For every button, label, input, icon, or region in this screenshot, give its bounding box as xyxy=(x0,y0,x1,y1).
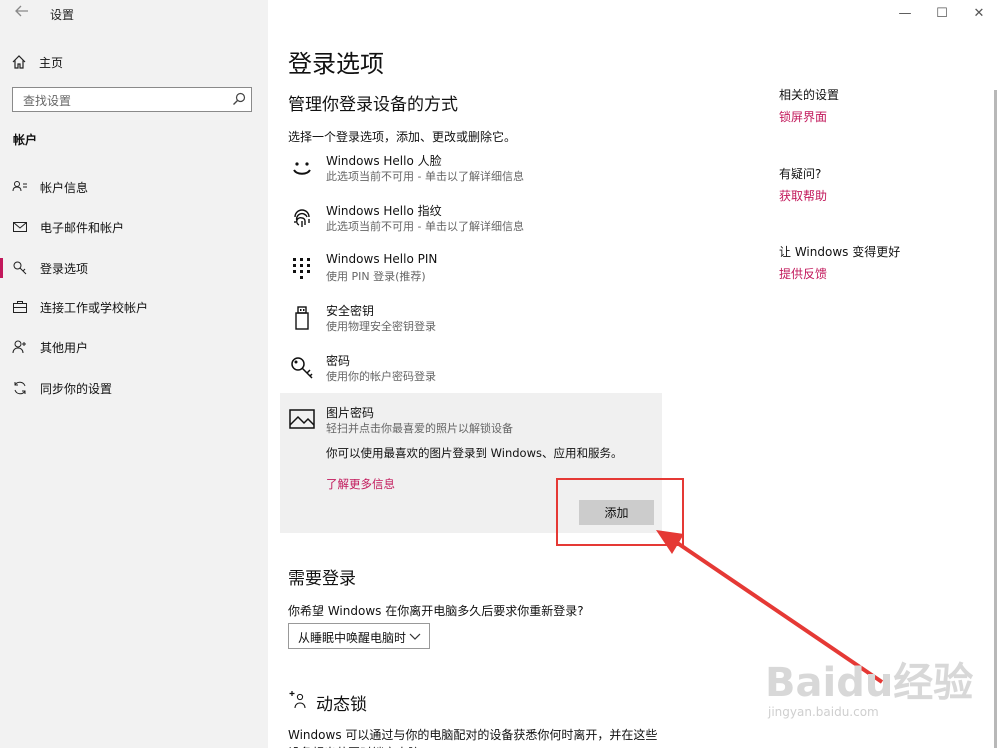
option-desc: 此选项当前不可用 - 单击以了解详细信息 xyxy=(326,220,524,233)
sync-icon xyxy=(12,380,28,396)
sidebar-item-label: 连接工作或学校帐户 xyxy=(40,300,149,315)
sidebar-item-label: 帐户信息 xyxy=(40,180,89,195)
sidebar-item-label: 电子邮件和帐户 xyxy=(40,220,125,235)
dynamic-lock-heading: 动态锁 xyxy=(316,695,367,715)
usb-key-icon xyxy=(288,304,316,332)
home-label: 主页 xyxy=(39,55,64,70)
envelope-icon xyxy=(12,219,28,235)
signin-option-password[interactable]: 密码 使用你的帐户密码登录 xyxy=(280,350,662,396)
search-icon xyxy=(233,92,246,105)
sidebar-item-account-info[interactable]: 帐户信息 xyxy=(0,169,268,205)
improve-heading: 让 Windows 变得更好 xyxy=(779,245,901,259)
search-input[interactable]: 查找设置 xyxy=(12,87,252,112)
sidebar-item-email[interactable]: 电子邮件和帐户 xyxy=(0,209,268,245)
briefcase-icon xyxy=(12,299,28,315)
key-icon xyxy=(12,260,28,276)
require-signin-dropdown[interactable]: 从睡眠中唤醒电脑时 xyxy=(288,623,430,649)
page-title: 登录选项 xyxy=(288,50,384,78)
minimize-button[interactable]: — xyxy=(888,2,922,26)
fingerprint-icon xyxy=(288,204,316,232)
sidebar-item-label: 同步你的设置 xyxy=(40,381,113,396)
signin-option-fingerprint[interactable]: Windows Hello 指纹 此选项当前不可用 - 单击以了解详细信息 xyxy=(280,200,662,246)
page-subtitle: 管理你登录设备的方式 xyxy=(288,95,458,115)
watermark-brand: Baidu经验 xyxy=(765,660,974,706)
require-signin-question: 你希望 Windows 在你离开电脑多久后要求你重新登录? xyxy=(288,604,584,618)
option-desc: 此选项当前不可用 - 单击以了解详细信息 xyxy=(326,170,524,183)
dynamic-lock-text: Windows 可以通过与你的电脑配对的设备获悉你何时离开，并在这些设备超出范围… xyxy=(288,728,658,748)
key-icon xyxy=(288,354,316,382)
search-placeholder: 查找设置 xyxy=(23,94,72,108)
lock-screen-link[interactable]: 锁屏界面 xyxy=(779,108,827,125)
sidebar-item-sync[interactable]: 同步你的设置 xyxy=(0,370,268,406)
option-title: 安全密钥 xyxy=(326,304,375,318)
sidebar-item-label: 其他用户 xyxy=(40,340,89,355)
app-title: 设置 xyxy=(50,8,75,22)
sidebar-home[interactable]: 主页 xyxy=(12,52,63,72)
signin-option-pin[interactable]: Windows Hello PIN 使用 PIN 登录(推荐) xyxy=(280,250,662,296)
signin-option-security-key[interactable]: 安全密钥 使用物理安全密钥登录 xyxy=(280,300,662,346)
option-desc: 使用 PIN 登录(推荐) xyxy=(326,270,426,283)
chevron-down-icon xyxy=(409,633,421,640)
sidebar-item-work-school[interactable]: 连接工作或学校帐户 xyxy=(0,289,268,325)
maximize-icon: ☐ xyxy=(936,6,948,21)
face-icon xyxy=(288,154,316,182)
related-settings-heading: 相关的设置 xyxy=(779,88,840,102)
scrollbar[interactable] xyxy=(994,90,997,748)
option-desc: 使用你的帐户密码登录 xyxy=(326,370,436,383)
option-title: 图片密码 xyxy=(326,406,375,420)
active-indicator xyxy=(0,258,3,278)
option-desc: 轻扫并点击你最喜爱的照片以解锁设备 xyxy=(326,422,513,435)
section-title: 帐户 xyxy=(13,133,38,147)
back-button[interactable] xyxy=(10,4,34,24)
arrow-left-icon xyxy=(15,5,28,17)
maximize-button[interactable]: ☐ xyxy=(925,2,959,26)
sidebar-item-other-users[interactable]: 其他用户 xyxy=(0,329,268,365)
person-add-icon xyxy=(12,339,28,355)
option-title: Windows Hello PIN xyxy=(326,252,438,266)
settings-window: 设置 主页 查找设置 帐户 帐户信息 电子邮件和帐户 登录选项 连接工作或学校帐… xyxy=(0,0,1000,748)
sidebar-item-signin-options[interactable]: 登录选项 xyxy=(0,250,268,286)
sidebar-item-label: 登录选项 xyxy=(40,261,89,276)
option-title: Windows Hello 人脸 xyxy=(326,154,442,168)
close-button[interactable]: ✕ xyxy=(962,2,996,26)
learn-more-link[interactable]: 了解更多信息 xyxy=(326,476,395,492)
sidebar: 设置 主页 查找设置 帐户 帐户信息 电子邮件和帐户 登录选项 连接工作或学校帐… xyxy=(0,0,268,748)
option-title: Windows Hello 指纹 xyxy=(326,204,442,218)
sparkle-person-icon xyxy=(289,691,306,709)
option-desc: 使用物理安全密钥登录 xyxy=(326,320,436,333)
require-signin-heading: 需要登录 xyxy=(288,569,356,589)
home-icon xyxy=(12,55,26,69)
picture-password-description: 你可以使用最喜欢的图片登录到 Windows、应用和服务。 xyxy=(326,446,623,460)
person-card-icon xyxy=(12,179,28,195)
signin-option-face[interactable]: Windows Hello 人脸 此选项当前不可用 - 单击以了解详细信息 xyxy=(280,150,662,196)
get-help-link[interactable]: 获取帮助 xyxy=(779,187,827,204)
question-heading: 有疑问? xyxy=(779,167,822,181)
dropdown-value: 从睡眠中唤醒电脑时 xyxy=(298,631,407,645)
minimize-icon: — xyxy=(898,6,912,21)
watermark-url: jingyan.baidu.com xyxy=(768,705,879,719)
option-title: 密码 xyxy=(326,354,351,368)
picture-icon xyxy=(288,405,316,433)
close-icon: ✕ xyxy=(973,6,985,21)
instruction-text: 选择一个登录选项，添加、更改或删除它。 xyxy=(288,130,517,144)
pin-keypad-icon xyxy=(288,254,316,282)
feedback-link[interactable]: 提供反馈 xyxy=(779,265,827,282)
